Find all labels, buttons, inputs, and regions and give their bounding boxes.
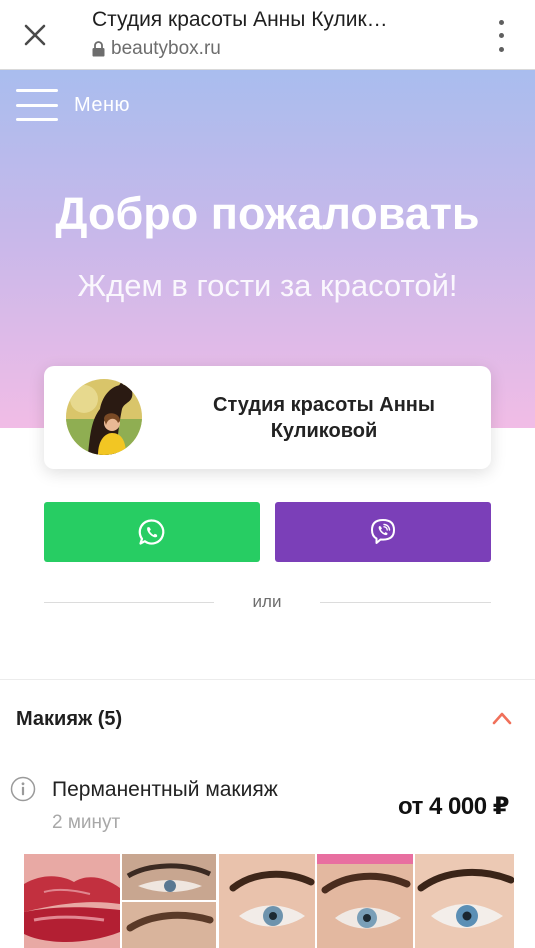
close-icon: [24, 24, 46, 46]
gallery-photo-eye-2[interactable]: [219, 854, 315, 948]
hamburger-icon: [16, 88, 58, 122]
studio-name: Студия красоты Анны Куликовой: [174, 392, 474, 444]
more-vertical-icon: [498, 20, 504, 26]
menu-label: Меню: [74, 93, 131, 116]
service-duration: 2 минут: [52, 812, 121, 833]
service-info-button[interactable]: [10, 776, 36, 802]
lock-icon: [92, 41, 105, 57]
hero-title: Добро пожаловать: [55, 188, 480, 239]
avatar: [66, 379, 142, 455]
page-title: Студия красоты Анны Кулик…: [92, 8, 388, 31]
service-name[interactable]: Перманентный макияж: [52, 778, 278, 802]
url-bar[interactable]: beautybox.ru: [92, 38, 221, 60]
studio-card[interactable]: Студия красоты Анны Куликовой: [44, 366, 491, 469]
studio-name-line1: Студия красоты Анны: [213, 394, 435, 416]
close-button[interactable]: [14, 14, 56, 56]
more-vertical-icon-dot: [498, 46, 504, 52]
more-vertical-icon-dot: [498, 33, 504, 39]
url-text: beautybox.ru: [111, 38, 221, 59]
section-divider: [0, 679, 535, 680]
divider-right: [320, 602, 491, 603]
whatsapp-icon: [138, 519, 165, 545]
or-label: или: [252, 592, 282, 611]
menu-button[interactable]: Меню: [16, 88, 130, 122]
info-icon: [10, 776, 36, 802]
service-price: от 4 000 ₽: [398, 793, 509, 820]
gallery-photo-brow-1[interactable]: [122, 902, 216, 948]
viber-icon: [371, 519, 395, 544]
category-toggle-button[interactable]: [490, 708, 514, 728]
gallery-photo-eye-1[interactable]: [122, 854, 216, 900]
hero-subtitle: Ждем в гости за красотой!: [77, 268, 458, 303]
viber-button[interactable]: [275, 502, 491, 562]
more-options-button[interactable]: [489, 16, 513, 56]
divider-left: [44, 602, 214, 603]
gallery-photo-lips[interactable]: [24, 854, 120, 948]
chevron-up-icon: [492, 712, 512, 725]
whatsapp-button[interactable]: [44, 502, 260, 562]
gallery-photo-eye-3[interactable]: [317, 854, 413, 948]
browser-toolbar: Студия красоты Анны Кулик… beautybox.ru: [0, 0, 535, 70]
service-gallery: [24, 854, 514, 948]
category-title[interactable]: Макияж (5): [16, 708, 122, 731]
studio-name-line2: Куликовой: [270, 420, 378, 442]
gallery-photo-eye-4[interactable]: [415, 854, 514, 948]
